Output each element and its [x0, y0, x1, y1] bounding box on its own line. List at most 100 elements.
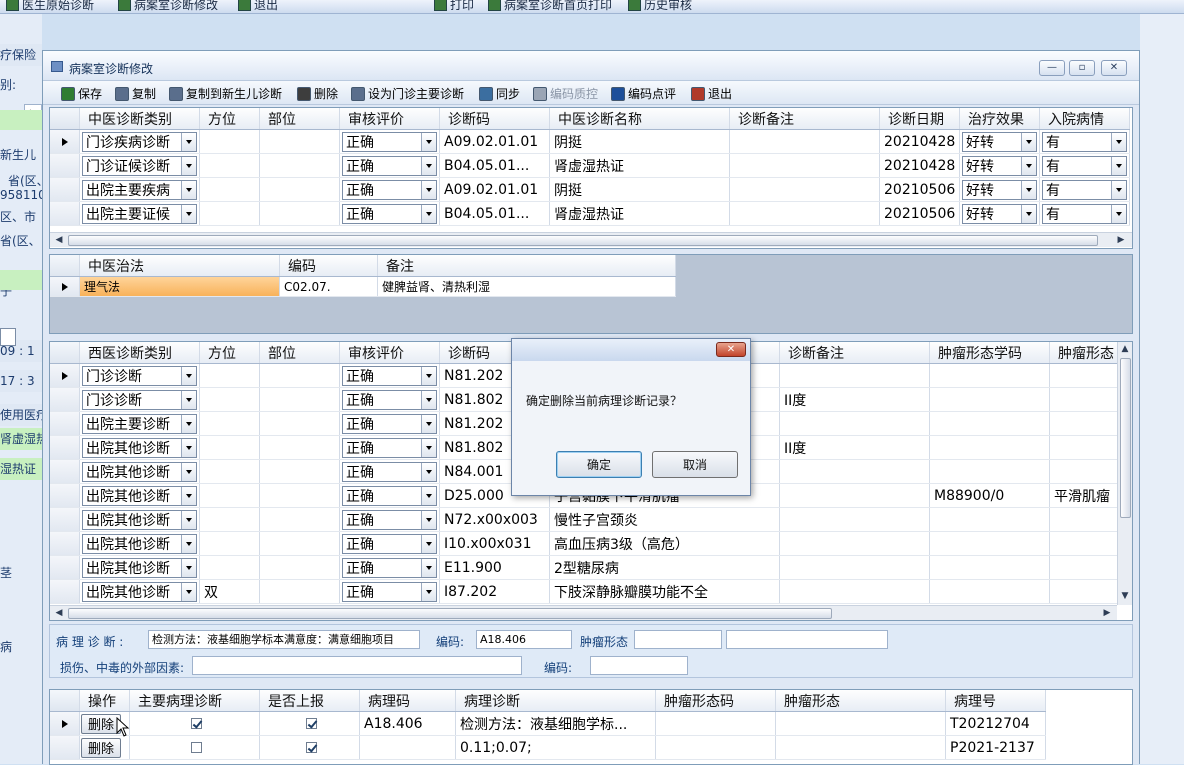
chevron-down-icon[interactable] [181, 438, 196, 457]
chevron-down-icon[interactable] [1021, 132, 1036, 151]
column-header[interactable]: 病理诊断 [456, 690, 656, 711]
confirm-button[interactable]: 确定 [556, 451, 642, 478]
scroll-right-icon[interactable]: ▶ [1114, 234, 1128, 247]
chevron-down-icon[interactable] [421, 156, 436, 175]
column-header[interactable]: 病理码 [360, 690, 456, 711]
close-button[interactable]: ✕ [1101, 60, 1127, 76]
row-selector[interactable] [50, 178, 80, 201]
pathology-code-input[interactable]: A18.406 [476, 630, 572, 649]
chevron-down-icon[interactable] [1021, 204, 1036, 223]
grid-combo[interactable]: 正确 [342, 131, 437, 152]
scroll-up-icon[interactable]: ▲ [1118, 343, 1132, 356]
report-checkbox[interactable] [306, 742, 317, 753]
tool-save-button[interactable]: 保存 [61, 85, 102, 102]
column-header[interactable]: 西医诊断类别 [80, 342, 200, 363]
chevron-down-icon[interactable] [181, 534, 196, 553]
row-selector[interactable] [50, 436, 80, 459]
table-row[interactable]: 出院主要疾病 正确 A09.02.01.01 阴挺 20210506 好转 有 [50, 178, 1130, 202]
row-selector[interactable] [50, 508, 80, 531]
chevron-down-icon[interactable] [421, 534, 436, 553]
scroll-thumb[interactable] [1120, 358, 1131, 518]
row-selector[interactable] [50, 364, 80, 387]
grid-combo[interactable]: 出院其他诊断 [82, 509, 197, 530]
grid-combo[interactable]: 有 [1042, 131, 1127, 152]
grid-combo[interactable]: 正确 [342, 437, 437, 458]
chevron-down-icon[interactable] [421, 438, 436, 457]
chevron-down-icon[interactable] [181, 582, 196, 601]
grid-combo[interactable]: 正确 [342, 581, 437, 602]
grid-combo[interactable]: 出院其他诊断 [82, 533, 197, 554]
minimize-button[interactable]: — [1039, 60, 1065, 76]
grid-combo[interactable]: 正确 [342, 179, 437, 200]
bg-tool-record-edit[interactable]: 病案室诊断修改 [118, 0, 218, 13]
row-selector[interactable] [50, 580, 80, 603]
grid-combo[interactable]: 出院其他诊断 [82, 485, 197, 506]
chevron-down-icon[interactable] [181, 132, 196, 151]
table-row[interactable]: 出院其他诊断 正确 E11.900 2型糖尿病 [50, 556, 1120, 580]
grid-combo[interactable]: 出院其他诊断 [82, 557, 197, 578]
chevron-down-icon[interactable] [421, 366, 436, 385]
chevron-down-icon[interactable] [1021, 180, 1036, 199]
grid-combo[interactable]: 好转 [962, 203, 1037, 224]
grid-combo[interactable]: 有 [1042, 179, 1127, 200]
cancel-button[interactable]: 取消 [652, 451, 738, 478]
grid-combo[interactable]: 有 [1042, 155, 1127, 176]
tool-copy-newborn-button[interactable]: 复制到新生儿诊断 [169, 85, 282, 102]
chevron-down-icon[interactable] [181, 366, 196, 385]
report-checkbox[interactable] [306, 718, 317, 729]
column-header[interactable]: 是否上报 [260, 690, 360, 711]
scroll-down-icon[interactable]: ▼ [1118, 590, 1132, 603]
column-header[interactable]: 审核评价 [340, 342, 440, 363]
chevron-down-icon[interactable] [181, 390, 196, 409]
horizontal-scrollbar[interactable]: ◀ ▶ [50, 232, 1132, 247]
column-header[interactable]: 备注 [378, 255, 676, 276]
bg-tool-history[interactable]: 历史审核 [628, 0, 692, 13]
row-selector[interactable] [50, 154, 80, 177]
main-pathology-checkbox[interactable] [191, 718, 202, 729]
chevron-down-icon[interactable] [181, 462, 196, 481]
column-header[interactable]: 病理号 [946, 690, 1046, 711]
grid-combo[interactable]: 好转 [962, 131, 1037, 152]
column-header[interactable]: 肿瘤形态码 [656, 690, 776, 711]
scroll-left-icon[interactable]: ◀ [52, 234, 66, 247]
table-row[interactable]: 门诊证候诊断 正确 B04.05.01... 肾虚湿热证 20210428 好转 有 [50, 154, 1130, 178]
main-pathology-checkbox[interactable] [191, 742, 202, 753]
grid-combo[interactable]: 正确 [342, 509, 437, 530]
row-selector[interactable] [50, 130, 80, 153]
row-selector[interactable] [50, 412, 80, 435]
dialog-close-button[interactable]: ✕ [716, 342, 746, 357]
column-header[interactable]: 主要病理诊断 [130, 690, 260, 711]
grid-combo[interactable]: 正确 [342, 557, 437, 578]
grid-combo[interactable]: 正确 [342, 461, 437, 482]
row-selector[interactable] [50, 712, 80, 735]
column-header[interactable]: 编码 [280, 255, 378, 276]
row-selector[interactable] [50, 736, 80, 759]
column-header[interactable]: 中医诊断类别 [80, 108, 200, 129]
table-row[interactable]: 删除 A18.406 检测方法：液基细胞学标... T20212704 [50, 712, 1046, 736]
grid-combo[interactable]: 出院其他诊断 [82, 437, 197, 458]
column-header[interactable]: 部位 [260, 108, 340, 129]
column-header[interactable]: 审核评价 [340, 108, 440, 129]
row-selector[interactable] [50, 556, 80, 579]
table-row[interactable]: 删除 0.11;0.07; P2021-2137 [50, 736, 1046, 760]
column-header[interactable]: 中医诊断名称 [550, 108, 730, 129]
tool-sync-button[interactable]: 同步 [479, 85, 520, 102]
chevron-down-icon[interactable] [421, 462, 436, 481]
grid-combo[interactable]: 正确 [342, 485, 437, 506]
chevron-down-icon[interactable] [421, 390, 436, 409]
column-header[interactable]: 诊断码 [440, 108, 550, 129]
column-header[interactable]: 操作 [80, 690, 130, 711]
grid-combo[interactable]: 出院主要疾病 [82, 179, 197, 200]
tool-exit-button[interactable]: 退出 [691, 85, 732, 102]
bg-dropdown[interactable] [0, 328, 16, 346]
grid-combo[interactable]: 正确 [342, 203, 437, 224]
grid-combo[interactable]: 门诊诊断 [82, 365, 197, 386]
chevron-down-icon[interactable] [1111, 132, 1126, 151]
grid-combo[interactable]: 好转 [962, 155, 1037, 176]
row-selector[interactable] [50, 460, 80, 483]
grid-combo[interactable]: 门诊证候诊断 [82, 155, 197, 176]
scroll-left-icon[interactable]: ◀ [52, 607, 66, 620]
column-header[interactable]: 部位 [260, 342, 340, 363]
chevron-down-icon[interactable] [181, 156, 196, 175]
column-header[interactable]: 方位 [200, 108, 260, 129]
